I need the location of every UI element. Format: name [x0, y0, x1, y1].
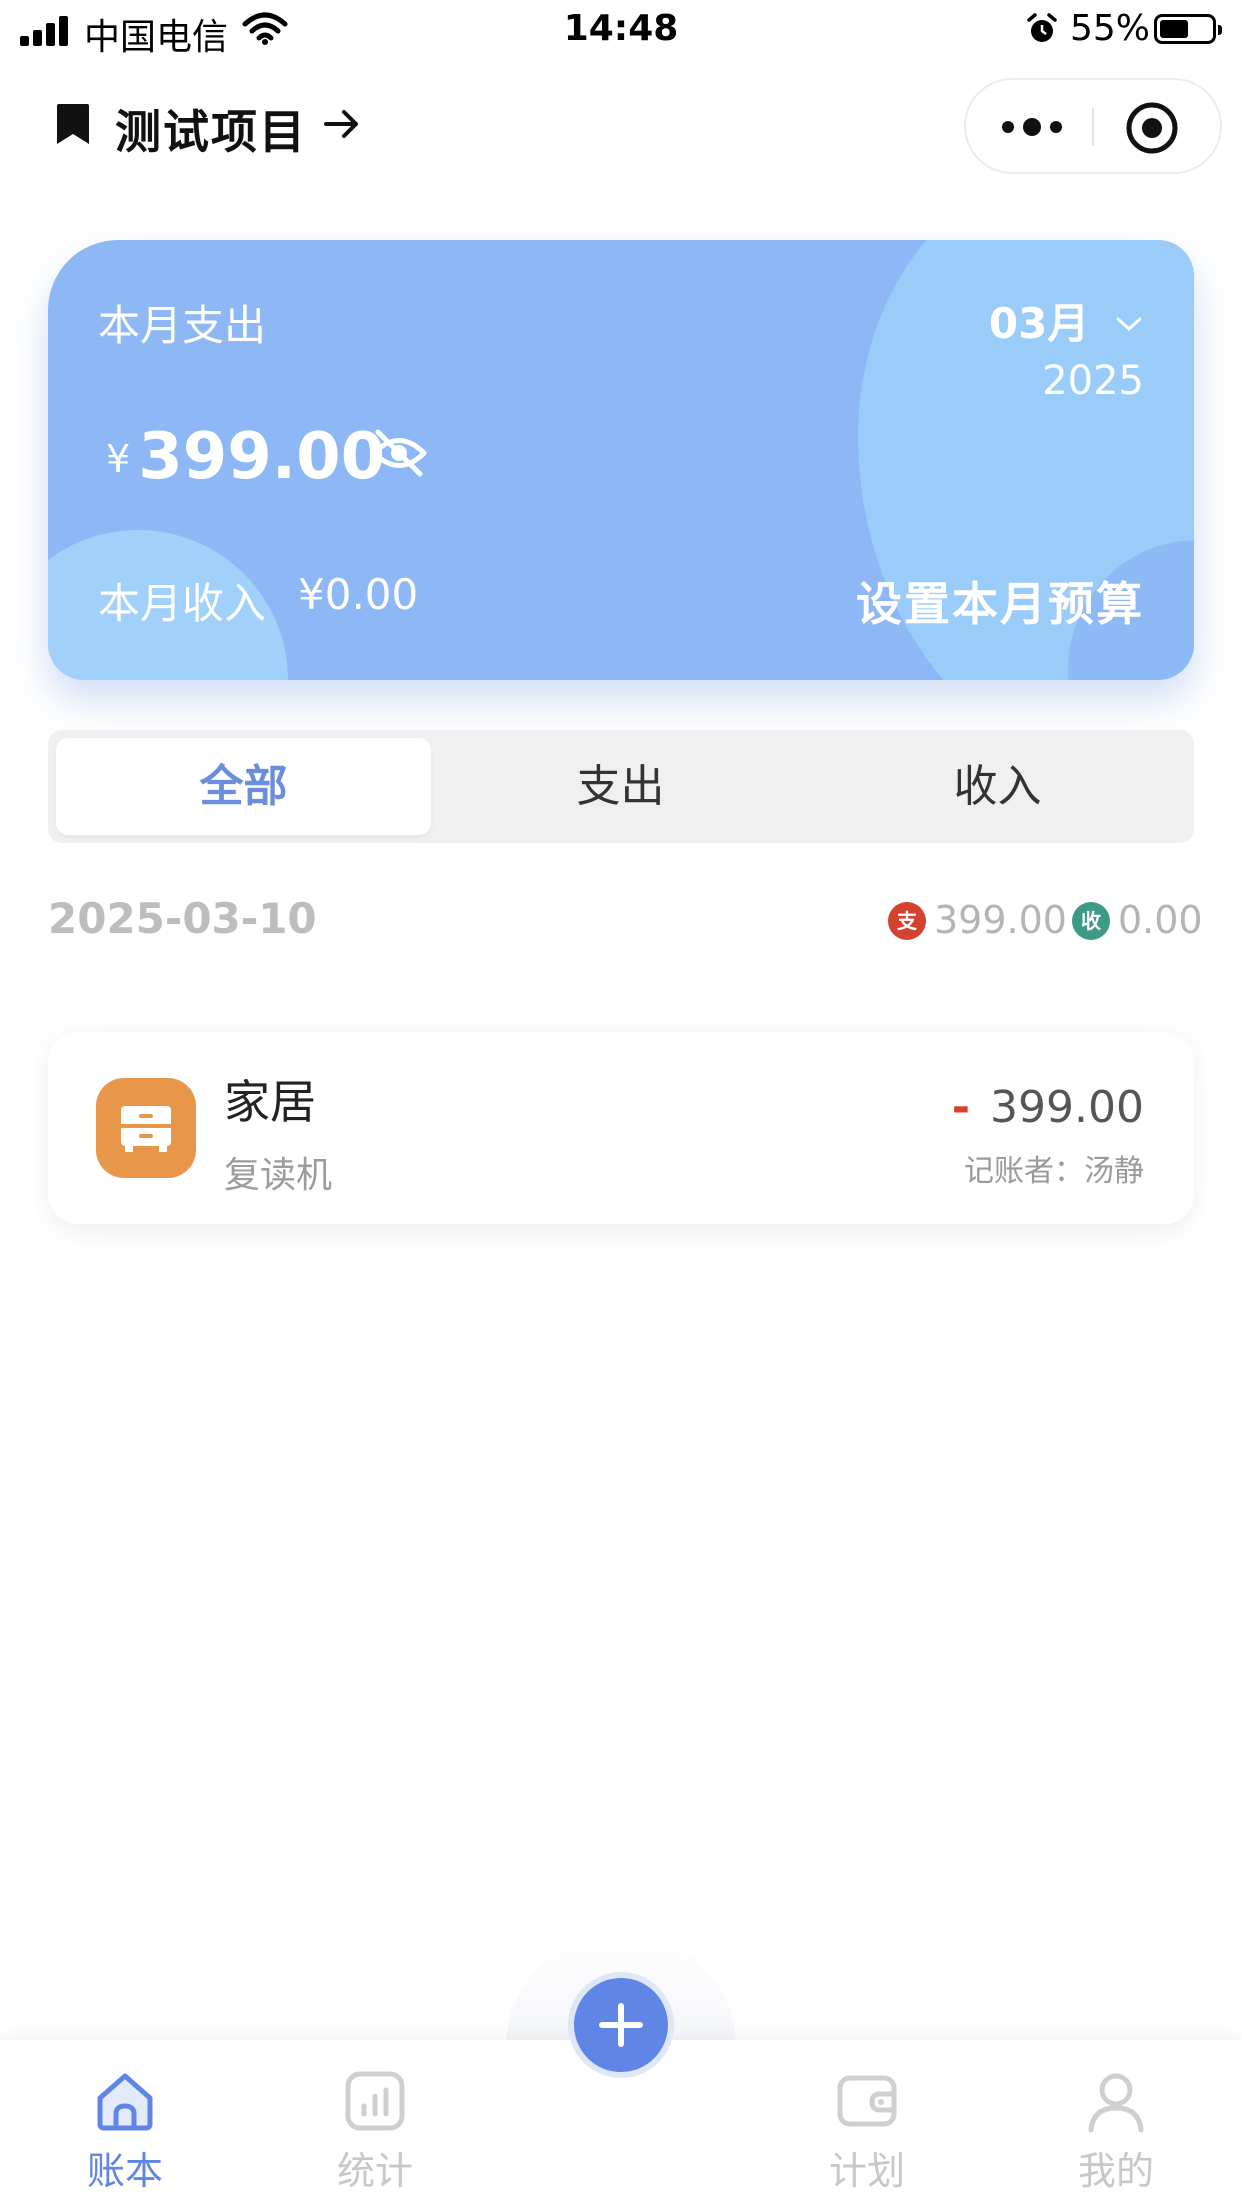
project-title[interactable]: 测试项目 [115, 96, 307, 162]
monthly-expense-label: 本月支出 [98, 301, 267, 350]
monthly-income-value: ¥0.00 [298, 570, 419, 619]
transaction-category: 家居 [224, 1075, 316, 1129]
income-tag: 收 [1072, 902, 1110, 940]
person-icon [1088, 2073, 1144, 2133]
expense-amount-value: 399.00 [138, 420, 386, 494]
tab-income[interactable]: 收入 [810, 738, 1185, 835]
expense-tag: 支 [888, 902, 926, 940]
tab-label: 我的 [1077, 2149, 1154, 2193]
tab-mine[interactable]: 我的 [1036, 2068, 1196, 2195]
transaction-item[interactable]: 家居 复读机 -399.00 记账者：汤静 [48, 1032, 1194, 1224]
battery-percent: 55% [1070, 8, 1151, 49]
tab-plan[interactable]: 计划 [787, 2068, 947, 2195]
set-budget-button[interactable]: 设置本月预算 [856, 568, 1144, 634]
transaction-recorder: 记账者：汤静 [964, 1154, 1144, 1189]
tab-label: 账本 [86, 2149, 163, 2193]
mini-program-capsule [964, 78, 1222, 174]
plus-icon [599, 2003, 643, 2047]
year-value: 2025 [1042, 358, 1144, 404]
transaction-amount: -399.00 [952, 1082, 1144, 1133]
amount-sign: - [951, 1082, 971, 1133]
monthly-expense-amount: ¥399.00 [106, 420, 385, 494]
wallet-icon [837, 2075, 897, 2127]
filter-tabs: 全部 支出 收入 [48, 730, 1194, 843]
tab-stats[interactable]: 统计 [295, 2068, 455, 2195]
cabinet-icon [96, 1078, 196, 1178]
day-expense-total: 399.00 [934, 898, 1067, 942]
currency-symbol: ¥ [106, 437, 131, 481]
day-income-total: 0.00 [1118, 898, 1203, 942]
day-date: 2025-03-10 [48, 894, 317, 943]
battery-icon [1154, 14, 1222, 44]
transaction-note: 复读机 [224, 1155, 333, 1196]
close-target-icon[interactable] [1124, 100, 1180, 156]
tab-label: 计划 [828, 2149, 905, 2193]
month-value: 03月 [988, 299, 1090, 348]
arrow-right-icon[interactable] [322, 104, 362, 144]
eye-off-icon[interactable] [370, 428, 428, 478]
tab-label: 统计 [336, 2149, 413, 2193]
chevron-down-icon [1116, 317, 1142, 332]
home-icon [97, 2073, 153, 2131]
tab-expense[interactable]: 支出 [433, 738, 808, 835]
month-selector[interactable]: 03月 [989, 290, 1144, 351]
add-record-button[interactable] [568, 1972, 674, 2078]
status-bar: 中国电信 14:48 55% [0, 0, 1242, 62]
bookmark-icon [57, 104, 89, 144]
tab-all[interactable]: 全部 [56, 738, 431, 835]
monthly-summary-card: 本月支出 03月 2025 ¥399.00 本月收入 ¥0.00 设置本月预算 [48, 240, 1194, 680]
alarm-icon [1027, 13, 1057, 42]
more-icon[interactable] [992, 102, 1072, 152]
tab-ledger[interactable]: 账本 [45, 2068, 205, 2195]
amount-value: 399.00 [990, 1082, 1144, 1133]
bottom-tab-bar: 账本 统计 计划 我的 [0, 1932, 1242, 2208]
chart-icon [345, 2071, 405, 2131]
monthly-income-label: 本月收入 [98, 579, 267, 628]
